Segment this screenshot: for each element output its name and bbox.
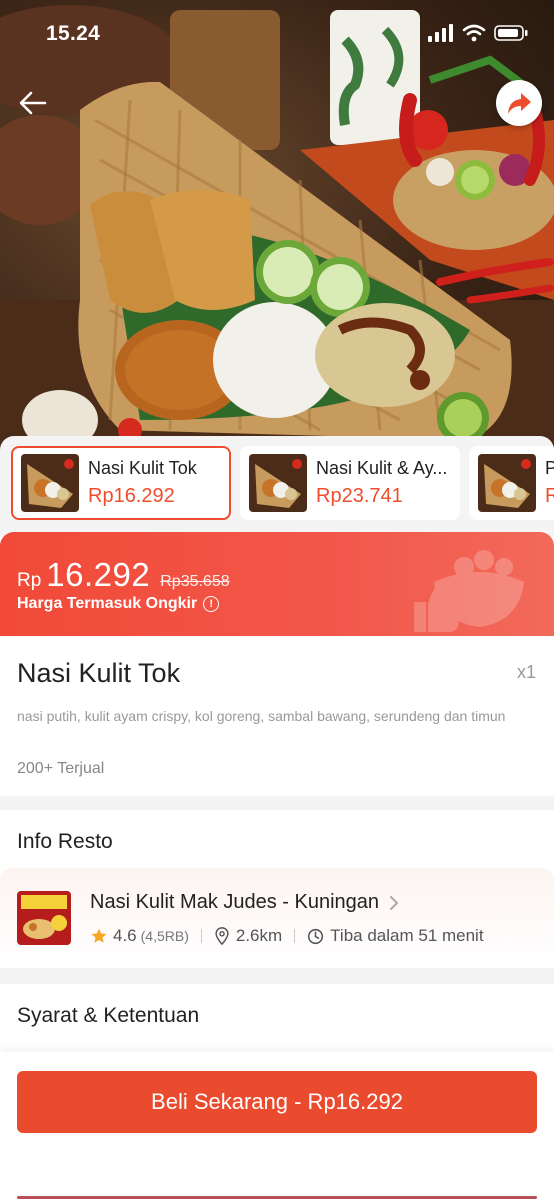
status-icons xyxy=(428,24,528,42)
restaurant-name-link[interactable]: Nasi Kulit Mak Judes - Kuningan xyxy=(90,891,399,914)
info-icon[interactable]: ! xyxy=(203,596,220,612)
section-divider xyxy=(0,796,554,810)
variant-name: Nasi Kulit & Ay... xyxy=(316,458,448,478)
variant-price: R xyxy=(545,485,554,507)
hero-image: 15.24 xyxy=(0,0,554,460)
restaurant-name: Nasi Kulit Mak Judes - Kuningan xyxy=(90,891,380,913)
price-row: Rp 16.292 Rp35.658 xyxy=(17,556,230,594)
meta-separator xyxy=(200,929,202,943)
location-pin-icon xyxy=(215,927,229,945)
status-bar: 15.24 xyxy=(0,0,554,70)
variant-price: Rp16.292 xyxy=(88,485,175,507)
variant-name: P xyxy=(545,458,554,479)
price-banner: Rp 16.292 Rp35.658 Harga Termasuk Ongkir… xyxy=(0,532,554,636)
original-price: Rp35.658 xyxy=(160,573,230,590)
clock-icon xyxy=(308,928,324,944)
restaurant-logo xyxy=(17,891,71,945)
buy-now-button[interactable]: Beli Sekarang - Rp16.292 xyxy=(17,1071,537,1133)
variant-selector: Nasi Kulit Tok Rp16.292 Nasi Kulit & Ay.… xyxy=(0,436,554,536)
price-currency: Rp xyxy=(17,570,42,591)
chevron-right-icon xyxy=(390,895,399,910)
info-resto-title: Info Resto xyxy=(17,830,113,853)
current-price: 16.292 xyxy=(46,556,151,593)
product-info: Nasi Kulit Tok x1 nasi putih, kulit ayam… xyxy=(0,636,554,796)
variant-card-nasi-kulit-ayam[interactable]: Nasi Kulit & Ay... Rp23.741 xyxy=(240,446,460,520)
arrow-left-icon xyxy=(19,91,47,115)
wifi-icon xyxy=(462,24,486,42)
terms-section[interactable]: Syarat & Ketentuan xyxy=(0,984,554,1050)
info-resto-header: Info Resto xyxy=(0,810,554,866)
thumbs-up-bowl-icon xyxy=(414,550,524,632)
variant-thumbnail xyxy=(478,454,536,512)
meta-separator xyxy=(294,929,296,943)
price-note[interactable]: Harga Termasuk Ongkir ! xyxy=(17,595,220,613)
rating-count: (4,5RB) xyxy=(140,928,189,944)
share-arrow-icon xyxy=(508,93,531,114)
product-title: Nasi Kulit Tok xyxy=(17,658,181,688)
variant-card-partial[interactable]: P R xyxy=(469,446,554,520)
distance: 2.6km xyxy=(235,926,283,945)
variant-thumbnail xyxy=(21,454,79,512)
star-icon xyxy=(91,928,107,943)
product-quantity: x1 xyxy=(516,662,536,682)
back-button[interactable] xyxy=(10,80,56,126)
restaurant-card[interactable]: Nasi Kulit Mak Judes - Kuningan 4.6 (4,5… xyxy=(0,868,554,968)
price-note-text: Harga Termasuk Ongkir xyxy=(17,595,198,612)
product-description: nasi putih, kulit ayam crispy, kol goren… xyxy=(17,708,506,724)
delivery-eta: Tiba dalam 51 menit xyxy=(330,926,484,945)
share-button[interactable] xyxy=(496,80,542,126)
variant-price: Rp23.741 xyxy=(316,485,403,507)
sold-count: 200+ Terjual xyxy=(17,760,105,777)
variant-card-nasi-kulit-tok[interactable]: Nasi Kulit Tok Rp16.292 xyxy=(11,446,231,520)
cellular-signal-icon xyxy=(428,24,453,42)
terms-title: Syarat & Ketentuan xyxy=(17,1004,200,1027)
section-divider xyxy=(0,968,554,984)
variant-thumbnail xyxy=(249,454,307,512)
battery-icon xyxy=(494,25,528,41)
status-time: 15.24 xyxy=(46,22,101,45)
restaurant-meta: 4.6 (4,5RB) 2.6km Tiba dalam 51 menit xyxy=(90,926,484,946)
rating-value: 4.6 xyxy=(113,926,137,945)
variant-name: Nasi Kulit Tok xyxy=(88,458,197,478)
bottom-action-bar: Beli Sekarang - Rp16.292 xyxy=(0,1052,554,1199)
